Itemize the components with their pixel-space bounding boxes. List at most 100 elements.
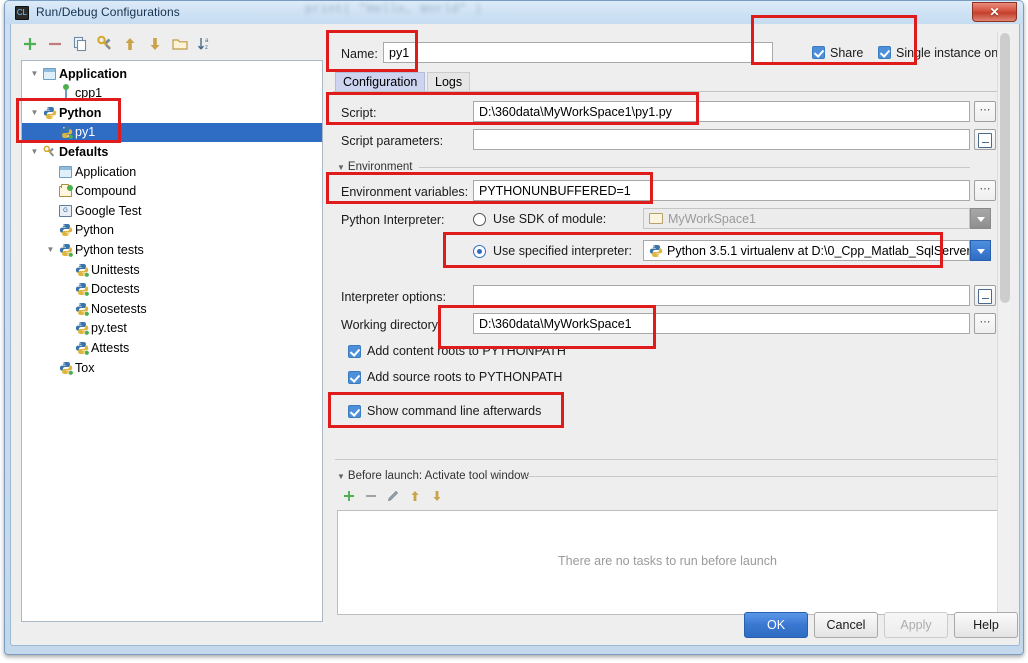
tree-item-application[interactable]: Application	[22, 162, 322, 181]
configurations-toolbar: a z	[21, 32, 321, 58]
python-tests-icon	[59, 361, 73, 375]
compound-icon	[59, 183, 73, 197]
chevron-down-icon[interactable]: ▼	[28, 69, 41, 78]
tree-item-python[interactable]: Python	[22, 221, 322, 240]
chevron-down-icon[interactable]: ▼	[28, 108, 41, 117]
configuration-settings-panel: Name: py1 Share Single instance only Con…	[333, 32, 1011, 622]
python-config-icon	[57, 125, 74, 140]
script-parameters-macro-button[interactable]	[974, 129, 996, 150]
script-input[interactable]: D:\360data\MyWorkSpace1\py1.py	[473, 101, 970, 122]
script-parameters-input[interactable]	[473, 129, 970, 150]
sdk-module-dropdown-arrow[interactable]	[970, 208, 991, 229]
tree-item-py-test[interactable]: py.test	[22, 319, 322, 338]
specified-interpreter-combo[interactable]: Python 3.5.1 virtualenv at D:\0_Cpp_Matl…	[643, 240, 970, 261]
before-launch-toolbar	[337, 488, 537, 508]
before-launch-tasks-list[interactable]: There are no tasks to run before launch	[337, 510, 998, 615]
single-instance-checkbox[interactable]	[878, 46, 891, 59]
tree-item-label: Compound	[75, 184, 137, 199]
interpreter-options-macro-button[interactable]	[974, 285, 996, 306]
python-tests-icon	[57, 361, 74, 375]
tree-item-tox[interactable]: Tox	[22, 358, 322, 377]
add-content-roots-checkbox[interactable]	[348, 345, 361, 358]
interpreter-options-label: Interpreter options:	[341, 290, 446, 304]
environment-variables-input[interactable]: PYTHONUNBUFFERED=1	[473, 180, 970, 201]
move-task-up-button[interactable]	[407, 488, 423, 504]
chevron-down-icon[interactable]: ▼	[44, 245, 57, 254]
sdk-module-combo[interactable]: MyWorkSpace1	[643, 208, 970, 229]
python-tests-icon	[59, 243, 73, 257]
environment-section-header[interactable]: ▼ Environment	[337, 161, 412, 173]
title-bar: CL Run/Debug Configurations print( "Hell…	[5, 1, 1023, 24]
tab-logs[interactable]: Logs	[427, 72, 471, 91]
window-title: Run/Debug Configurations	[36, 5, 180, 19]
script-browse-button[interactable]: ⋯	[974, 101, 996, 122]
edit-task-pencil-icon[interactable]	[385, 488, 401, 504]
python-tests-icon	[75, 322, 89, 336]
python-tests-icon	[75, 341, 89, 355]
tree-item-python[interactable]: ▼ Python	[22, 103, 322, 122]
tree-item-doctests[interactable]: Doctests	[22, 280, 322, 299]
move-down-button[interactable]	[146, 35, 164, 53]
remove-configuration-button[interactable]	[46, 35, 64, 53]
tree-item-google-test[interactable]: G Google Test	[22, 201, 322, 220]
tree-item-unittests[interactable]: Unittests	[22, 260, 322, 279]
before-launch-header[interactable]: ▼ Before launch: Activate tool window	[337, 470, 529, 482]
before-launch-divider	[526, 476, 998, 477]
use-specified-interpreter-radio[interactable]	[473, 245, 486, 258]
tree-item-py1[interactable]: py1	[22, 122, 322, 142]
tab-configuration[interactable]: Configuration	[335, 72, 426, 91]
tree-item-cpp1[interactable]: cpp1	[22, 84, 322, 103]
apply-button[interactable]: Apply	[884, 612, 948, 638]
add-source-roots-checkbox[interactable]	[348, 371, 361, 384]
python-tests-icon	[57, 243, 74, 257]
environment-variables-browse-button[interactable]: ⋯	[974, 180, 996, 201]
use-specified-interpreter-label: Use specified interpreter:	[493, 244, 632, 258]
interpreter-options-input[interactable]	[473, 285, 970, 306]
python-icon	[57, 223, 74, 237]
show-command-line-checkbox[interactable]	[348, 405, 361, 418]
working-directory-input[interactable]: D:\360data\MyWorkSpace1	[473, 313, 970, 334]
specified-interpreter-dropdown-arrow[interactable]	[970, 240, 991, 261]
application-config-icon	[57, 84, 74, 102]
tree-item-python-tests[interactable]: ▼ Python tests	[22, 240, 322, 259]
tree-item-defaults[interactable]: ▼ Defaults	[22, 142, 322, 161]
tree-item-compound[interactable]: Compound	[22, 182, 322, 201]
share-checkbox[interactable]	[812, 46, 825, 59]
python-tests-icon	[75, 263, 89, 277]
tree-item-application[interactable]: ▼ Application	[22, 64, 322, 83]
settings-scrollbar-thumb[interactable]	[1000, 33, 1010, 303]
working-directory-browse-button[interactable]: ⋯	[974, 313, 996, 334]
run-debug-configurations-screenshot: CL Run/Debug Configurations print( "Hell…	[0, 0, 1028, 663]
remove-task-button[interactable]	[363, 488, 379, 504]
tree-item-label: Python	[75, 223, 114, 238]
tree-item-attests[interactable]: Attests	[22, 338, 322, 357]
environment-variables-label: Environment variables:	[341, 185, 469, 199]
python-tests-icon	[73, 341, 90, 355]
help-button[interactable]: Help	[954, 612, 1018, 638]
svg-text:a: a	[205, 38, 209, 44]
chevron-down-icon[interactable]: ▼	[28, 147, 41, 156]
python-tests-icon	[73, 302, 90, 316]
ok-button[interactable]: OK	[744, 612, 808, 638]
copy-configuration-button[interactable]	[71, 35, 89, 53]
new-folder-icon[interactable]	[171, 35, 189, 53]
name-input[interactable]: py1	[383, 42, 773, 63]
python-icon	[649, 244, 663, 258]
tree-item-nosetests[interactable]: Nosetests	[22, 299, 322, 318]
configurations-tree[interactable]: ▼ Application cpp1 ▼ Python py1 ▼ Defaults Ap…	[21, 60, 323, 622]
move-up-button[interactable]	[121, 35, 139, 53]
use-sdk-of-module-radio[interactable]	[473, 213, 486, 226]
settings-scrollbar[interactable]	[997, 32, 1011, 622]
close-icon[interactable]: ✕	[972, 2, 1017, 22]
edit-defaults-wrench-icon[interactable]	[96, 35, 114, 53]
wrench-icon	[41, 145, 58, 159]
tree-item-label: Unittests	[91, 262, 140, 277]
sort-az-icon[interactable]: a z	[196, 35, 214, 53]
move-task-down-button[interactable]	[429, 488, 445, 504]
cancel-button[interactable]: Cancel	[814, 612, 878, 638]
add-configuration-button[interactable]	[21, 35, 39, 53]
add-task-button[interactable]	[341, 488, 357, 504]
